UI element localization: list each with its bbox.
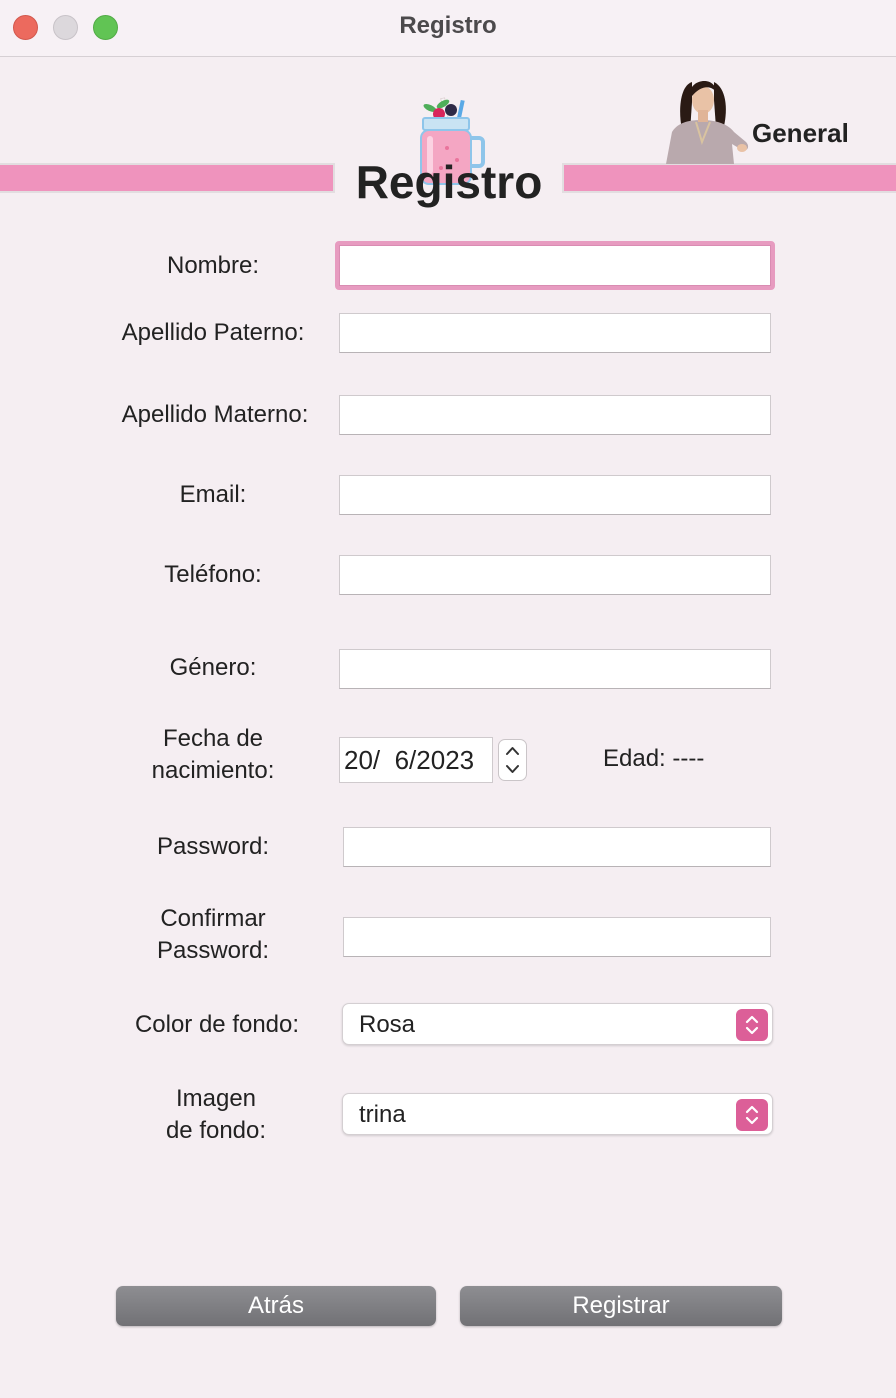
date-stepper[interactable] xyxy=(498,739,527,781)
color-fondo-label: Color de fondo: xyxy=(134,1011,300,1038)
register-button[interactable]: Registrar xyxy=(460,1286,782,1326)
genero-label: Género: xyxy=(169,654,257,681)
telefono-label: Teléfono: xyxy=(164,561,262,588)
header-band-left xyxy=(0,163,335,193)
imagen-label-line1: Imagen xyxy=(175,1085,257,1112)
imagen-fondo-value: trina xyxy=(359,1101,406,1128)
back-button[interactable]: Atrás xyxy=(116,1286,436,1326)
edad-readout: Edad: ---- xyxy=(603,745,705,772)
page-heading: Registro xyxy=(355,156,543,208)
confirmar-label-line1: Confirmar xyxy=(160,905,266,932)
profile-photo xyxy=(662,72,754,169)
nombre-label: Nombre: xyxy=(166,252,260,279)
confirmar-label-line2: Password: xyxy=(156,937,270,964)
window-title: Registro xyxy=(399,12,497,39)
fecha-label-line2: nacimiento: xyxy=(151,757,275,784)
apellido-paterno-field[interactable] xyxy=(339,313,771,353)
apellido-materno-field[interactable] xyxy=(339,395,771,435)
apellido-materno-label: Apellido Materno: xyxy=(121,401,309,428)
email-field[interactable] xyxy=(339,475,771,515)
select-arrows-icon[interactable] xyxy=(736,1009,768,1041)
select-arrows-icon[interactable] xyxy=(736,1099,768,1131)
title-bar: Registro xyxy=(0,0,896,57)
color-fondo-value: Rosa xyxy=(359,1011,416,1038)
imagen-label-line2: de fondo: xyxy=(165,1117,267,1144)
apellido-paterno-label: Apellido Paterno: xyxy=(121,319,305,346)
fecha-label-line1: Fecha de xyxy=(162,725,264,752)
telefono-field[interactable] xyxy=(339,555,771,595)
chevron-up-icon[interactable] xyxy=(506,747,519,755)
color-fondo-select[interactable]: Rosa xyxy=(342,1003,773,1045)
profile-label: General xyxy=(752,118,849,148)
imagen-fondo-label: Imagen de fondo: xyxy=(136,1083,296,1147)
password-field[interactable] xyxy=(343,827,771,867)
birthdate-field[interactable]: 20/ 6/2023 xyxy=(339,737,493,783)
registro-window: Registro Registro General Nombre: Apelli… xyxy=(0,0,896,1398)
genero-field[interactable] xyxy=(339,649,771,689)
confirmar-password-label: Confirmar Password: xyxy=(133,903,293,967)
password-label: Password: xyxy=(156,833,270,860)
confirmar-password-field[interactable] xyxy=(343,917,771,957)
chevron-down-icon[interactable] xyxy=(506,765,519,773)
nombre-field[interactable] xyxy=(335,241,775,290)
imagen-fondo-select[interactable]: trina xyxy=(342,1093,773,1135)
email-label: Email: xyxy=(179,481,247,508)
fecha-label: Fecha de nacimiento: xyxy=(128,723,298,787)
